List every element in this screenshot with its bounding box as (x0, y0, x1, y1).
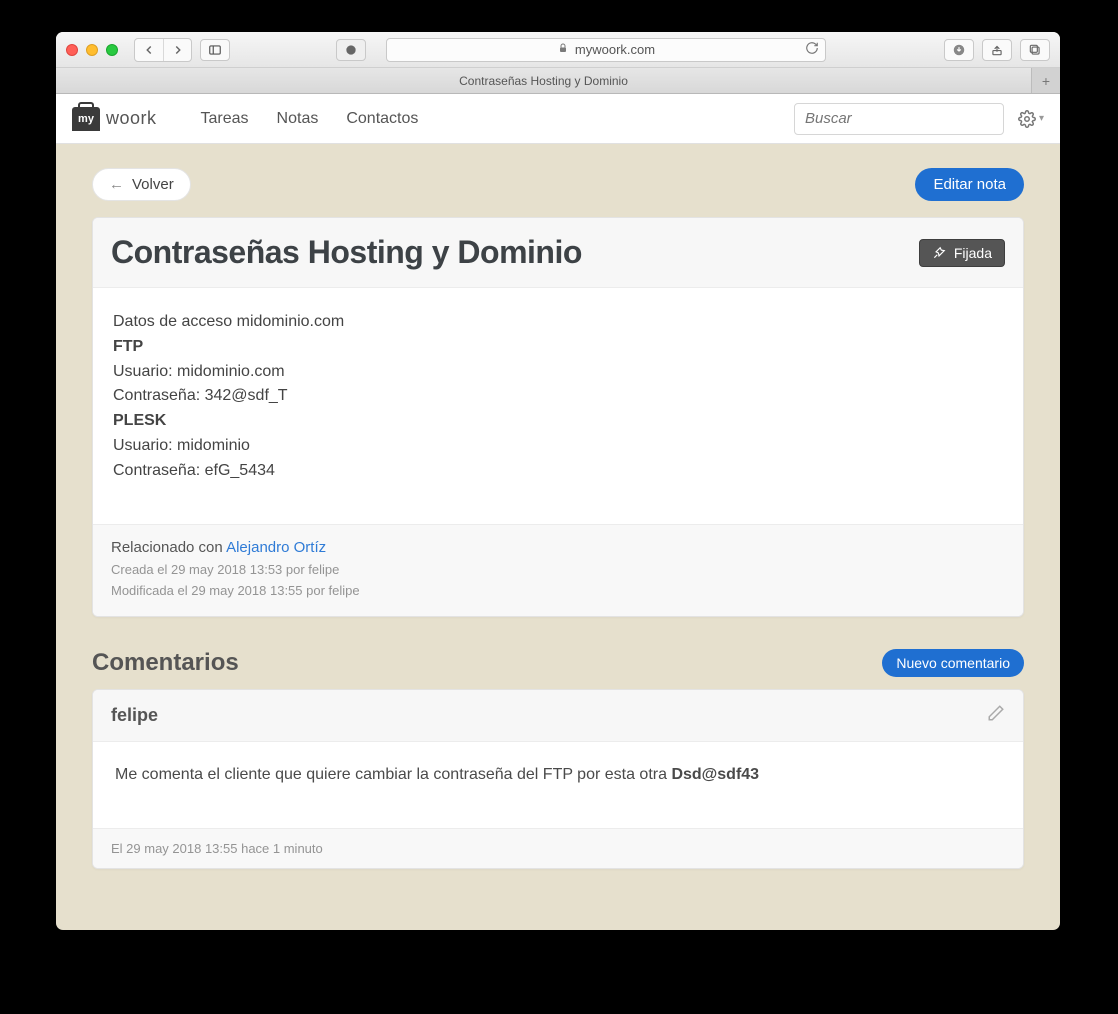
tabs-overview-button[interactable] (1020, 39, 1050, 61)
note-line-plesk-label: PLESK (113, 409, 1003, 434)
related-prefix: Relacionado con (111, 539, 226, 556)
adblock-icon[interactable] (336, 39, 366, 61)
related-contact-link[interactable]: Alejandro Ortíz (226, 539, 326, 556)
gear-icon (1018, 110, 1036, 128)
lock-icon (557, 42, 569, 57)
pinned-badge[interactable]: Fijada (919, 239, 1005, 267)
comment-author: felipe (111, 705, 158, 726)
browser-tab[interactable]: Contraseñas Hosting y Dominio (56, 68, 1032, 93)
app-navbar: my woork Tareas Notas Contactos ▾ (56, 94, 1060, 144)
page-actions: ← Volver Editar nota (92, 168, 1024, 201)
arrow-left-icon: ← (109, 176, 124, 193)
edit-note-button[interactable]: Editar nota (915, 168, 1024, 201)
new-tab-button[interactable]: + (1032, 68, 1060, 93)
note-created: Creada el 29 may 2018 13:53 por felipe (111, 562, 1005, 577)
browser-tabbar: Contraseñas Hosting y Dominio + (56, 68, 1060, 94)
note-line-ftp-pass: Contraseña: 342@sdf_T (113, 384, 1003, 409)
nav-link-contactos[interactable]: Contactos (346, 110, 418, 128)
comments-title: Comentarios (92, 649, 239, 677)
logo-badge: my (72, 107, 100, 131)
nav-link-notas[interactable]: Notas (277, 110, 319, 128)
note-related: Relacionado con Alejandro Ortíz (111, 539, 1005, 556)
maximize-window-icon[interactable] (106, 44, 118, 56)
note-line-plesk-pass: Contraseña: efG_5434 (113, 459, 1003, 484)
note-card: Contraseñas Hosting y Dominio Fijada Dat… (92, 217, 1024, 617)
note-line-ftp-user: Usuario: midominio.com (113, 360, 1003, 385)
edit-note-label: Editar nota (933, 176, 1006, 193)
reload-icon[interactable] (805, 41, 819, 58)
note-line-intro: Datos de acceso midominio.com (113, 310, 1003, 335)
share-button[interactable] (982, 39, 1012, 61)
note-card-header: Contraseñas Hosting y Dominio Fijada (93, 218, 1023, 288)
back-button[interactable]: ← Volver (92, 168, 191, 201)
tab-title: Contraseñas Hosting y Dominio (459, 74, 628, 88)
nav-link-tareas[interactable]: Tareas (201, 110, 249, 128)
note-card-footer: Relacionado con Alejandro Ortíz Creada e… (93, 524, 1023, 616)
note-title: Contraseñas Hosting y Dominio (111, 234, 582, 271)
address-bar[interactable]: mywoork.com (386, 38, 826, 62)
new-comment-button[interactable]: Nuevo comentario (882, 649, 1024, 677)
nav-back-button[interactable] (135, 39, 163, 61)
nav-links: Tareas Notas Contactos (201, 110, 419, 128)
comment-header: felipe (93, 690, 1023, 742)
note-line-plesk-user: Usuario: midominio (113, 434, 1003, 459)
pin-icon (932, 246, 946, 260)
settings-menu[interactable]: ▾ (1018, 110, 1044, 128)
note-line-ftp-label: FTP (113, 335, 1003, 360)
browser-window: mywoork.com Contraseñas Hosting y Domini… (56, 32, 1060, 930)
comment-text: Me comenta el cliente que quiere cambiar… (115, 766, 671, 783)
chevron-down-icon: ▾ (1039, 113, 1044, 124)
pencil-icon (987, 704, 1005, 722)
app-logo[interactable]: my woork (72, 107, 157, 131)
search-input[interactable] (794, 103, 1004, 135)
note-body: Datos de acceso midominio.com FTP Usuari… (93, 288, 1023, 524)
note-modified: Modificada el 29 may 2018 13:55 por feli… (111, 583, 1005, 598)
nav-forward-button[interactable] (163, 39, 191, 61)
comment-timestamp: El 29 may 2018 13:55 hace 1 minuto (93, 828, 1023, 868)
back-button-label: Volver (132, 176, 174, 193)
new-comment-label: Nuevo comentario (896, 655, 1010, 671)
comment-card: felipe Me comenta el cliente que quiere … (92, 689, 1024, 869)
sidebar-toggle-button[interactable] (200, 39, 230, 61)
comment-text-strong: Dsd@sdf43 (671, 766, 759, 783)
page-content: ← Volver Editar nota Contraseñas Hosting… (56, 144, 1060, 930)
browser-toolbar: mywoork.com (56, 32, 1060, 68)
comments-section-header: Comentarios Nuevo comentario (92, 649, 1024, 677)
comment-body: Me comenta el cliente que quiere cambiar… (93, 742, 1023, 828)
pinned-label: Fijada (954, 245, 992, 261)
close-window-icon[interactable] (66, 44, 78, 56)
downloads-button[interactable] (944, 39, 974, 61)
window-controls (66, 44, 118, 56)
nav-back-forward (134, 38, 192, 62)
logo-text: woork (106, 108, 157, 129)
url-text: mywoork.com (575, 42, 655, 57)
minimize-window-icon[interactable] (86, 44, 98, 56)
edit-comment-button[interactable] (987, 704, 1005, 727)
